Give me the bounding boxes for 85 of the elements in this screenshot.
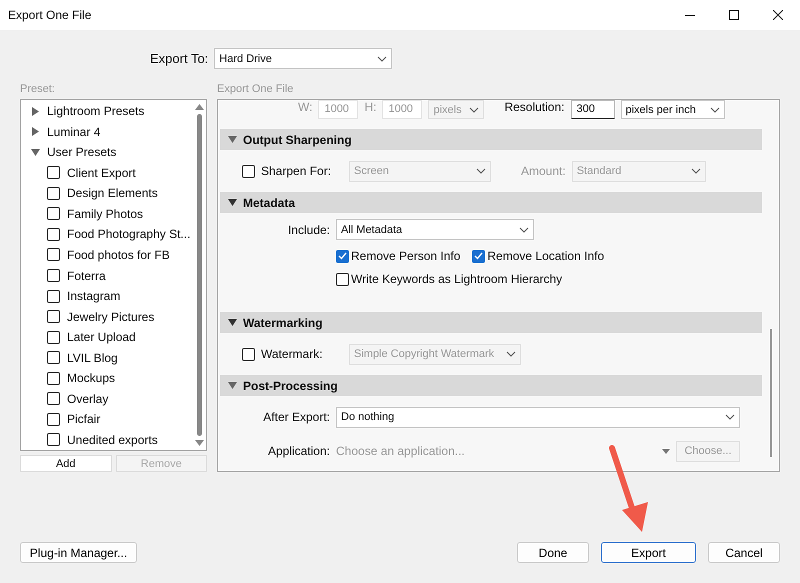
preset-action-button[interactable]: Add [20, 455, 112, 472]
dropdown-arrow-icon[interactable] [662, 448, 670, 454]
maximize-icon [729, 10, 739, 20]
resolution-label: Resolution: [504, 100, 564, 114]
window-title: Export One File [8, 8, 92, 22]
application-label: Application: [266, 444, 330, 458]
metadata-option-label: Write Keywords as Lightroom Hierarchy [351, 272, 562, 286]
triangle-down-icon[interactable] [228, 318, 237, 327]
metadata-option-label: Remove Person Info [351, 249, 460, 263]
checkbox[interactable] [47, 207, 60, 220]
preset-item[interactable]: Family Photos [67, 206, 144, 221]
scroll-down-icon[interactable] [194, 440, 204, 446]
chevron-down-icon [725, 414, 735, 420]
section-header[interactable]: Output Sharpening [220, 129, 762, 150]
metadata-option-label: Remove Location Info [487, 249, 604, 263]
checkbox[interactable] [242, 164, 255, 178]
chevron-down-icon [710, 106, 720, 112]
checkbox[interactable] [472, 250, 486, 262]
preset-item[interactable]: Food Photography St... [67, 227, 190, 242]
checkbox[interactable] [336, 250, 349, 262]
section-header[interactable]: Post-Processing [220, 375, 762, 396]
triangle-right-icon[interactable] [31, 106, 40, 116]
export-to-label: Export To: [150, 51, 208, 66]
checkbox[interactable] [47, 310, 60, 324]
checkbox[interactable] [47, 269, 60, 282]
include-dropdown[interactable]: All Metadata [336, 219, 534, 240]
after-export-label: After Export: [262, 410, 330, 424]
checkbox[interactable] [47, 351, 60, 364]
preset-folder[interactable]: Luminar 4 [31, 122, 192, 142]
preset-item[interactable]: Foterra [67, 268, 106, 283]
include-label: Include: [286, 222, 330, 236]
checkbox[interactable] [47, 372, 60, 385]
dialog-button[interactable]: Cancel [708, 542, 780, 563]
chevron-down-icon [476, 168, 486, 174]
height-label: H: [364, 100, 376, 114]
checkbox[interactable] [47, 228, 60, 241]
chevron-down-icon [377, 56, 388, 62]
preset-item[interactable]: Design Elements [67, 186, 158, 200]
watermark-label: Watermark: [261, 347, 324, 361]
chevron-down-icon [506, 351, 516, 357]
checkbox[interactable] [47, 412, 60, 426]
preset-item[interactable]: Client Export [67, 166, 136, 180]
triangle-down-icon[interactable] [228, 198, 237, 207]
dialog-button[interactable]: Done [517, 542, 589, 563]
plugin-manager-button[interactable]: Plug-in Manager... [20, 542, 137, 563]
preset-item[interactable]: Overlay [67, 392, 108, 406]
checkbox[interactable] [47, 433, 60, 446]
preset-item[interactable]: LVIL Blog [67, 350, 118, 365]
triangle-right-icon[interactable] [31, 127, 40, 136]
chevron-down-icon [469, 106, 480, 112]
checkbox[interactable] [47, 166, 60, 180]
panel-title: Export One File [217, 83, 294, 97]
after-export-dropdown[interactable]: Do nothing [336, 406, 740, 428]
checkbox[interactable] [47, 392, 60, 406]
preset-item[interactable]: Mockups [67, 371, 116, 386]
checkbox[interactable] [242, 348, 255, 360]
width-label: W: [298, 100, 312, 114]
amount-label: Amount: [521, 164, 566, 178]
triangle-down-icon[interactable] [228, 135, 237, 144]
checkbox[interactable] [336, 272, 349, 286]
preset-item[interactable]: Unedited exports [67, 432, 158, 447]
preset-folder[interactable]: Lightroom Presets [31, 101, 192, 122]
section-header[interactable]: Watermarking [220, 312, 762, 333]
checkbox[interactable] [47, 330, 60, 344]
checkbox[interactable] [47, 290, 60, 303]
chevron-down-icon [690, 168, 701, 174]
dialog-button[interactable]: Export [601, 542, 696, 563]
close-icon [773, 10, 783, 20]
preset-item[interactable]: Picfair [67, 412, 100, 426]
chevron-down-icon [519, 226, 529, 232]
preset-folder[interactable]: User Presets [31, 142, 192, 163]
preset-item[interactable]: Jewelry Pictures [67, 310, 154, 324]
triangle-down-icon[interactable] [31, 148, 40, 157]
section-header[interactable]: Metadata [220, 192, 762, 213]
preset-item[interactable]: Instagram [67, 289, 120, 304]
sharpen-for-label: Sharpen For: [261, 164, 332, 178]
preset-item[interactable]: Later Upload [67, 330, 136, 344]
triangle-down-icon[interactable] [228, 381, 237, 390]
preset-label: Preset: [20, 83, 56, 97]
export-to-dropdown[interactable]: Hard Drive [214, 48, 392, 69]
scroll-up-icon[interactable] [194, 104, 204, 110]
checkbox[interactable] [47, 248, 60, 262]
minimize-icon [685, 14, 695, 16]
preset-item[interactable]: Food photos for FB [67, 248, 170, 262]
checkbox[interactable] [47, 186, 60, 200]
